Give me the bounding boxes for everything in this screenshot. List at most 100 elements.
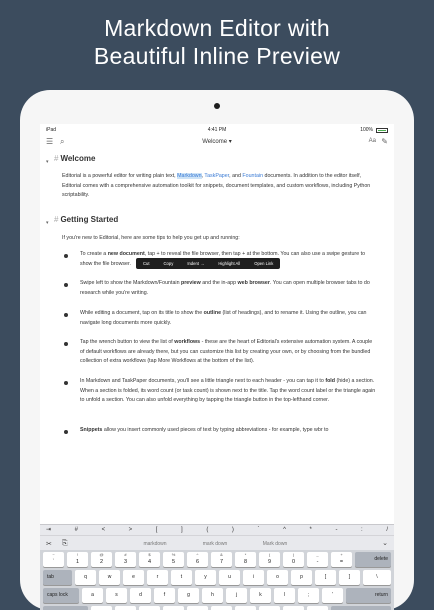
- taskpaper-link[interactable]: TaskPaper: [204, 173, 229, 179]
- nav-bar: ☰ ⌕ Welcome ▾ Aa ✎: [40, 135, 394, 151]
- keyboard-key[interactable]: a: [82, 588, 103, 603]
- keyboard-key[interactable]: @2: [91, 552, 112, 567]
- keyboard-key[interactable]: _ -: [307, 552, 328, 567]
- keyboard-key[interactable]: e: [123, 570, 144, 585]
- keyboard-key[interactable]: ]: [339, 570, 360, 585]
- keyboard-key[interactable]: o: [267, 570, 288, 585]
- keyboard-key[interactable]: + =: [331, 552, 352, 567]
- keyboard-key[interactable]: [: [315, 570, 336, 585]
- keyboard-key[interactable]: f: [154, 588, 175, 603]
- tab-key[interactable]: tab: [43, 570, 72, 585]
- keyboard-key[interactable]: ^ 6: [187, 552, 208, 567]
- keyboard-key[interactable]: \: [363, 570, 391, 585]
- symbol-key[interactable]: `: [258, 525, 260, 535]
- symbol-key[interactable]: /: [386, 525, 388, 535]
- battery-indicator: 100%: [360, 127, 388, 133]
- keyboard-key[interactable]: h: [202, 588, 223, 603]
- keyboard-key[interactable]: ': [322, 588, 343, 603]
- keyboard-key[interactable]: w: [99, 570, 120, 585]
- keyboard-key[interactable]: * 8: [235, 552, 256, 567]
- symbol-key[interactable]: #: [75, 525, 78, 535]
- keyboard-key[interactable]: i: [243, 570, 264, 585]
- tab-symbol-key[interactable]: ⇥: [46, 525, 51, 535]
- list-bullet: [64, 283, 68, 287]
- keyboard-key[interactable]: l: [274, 588, 295, 603]
- markdown-link[interactable]: Markdown: [177, 173, 202, 179]
- camera-icon: [214, 103, 220, 109]
- edit-icon[interactable]: ✎: [381, 137, 388, 146]
- keyboard-key[interactable]: ) 0: [283, 552, 304, 567]
- list-bullet: [64, 313, 68, 317]
- delete-key[interactable]: delete: [355, 552, 391, 567]
- symbol-key[interactable]: ]: [181, 525, 183, 535]
- symbol-key[interactable]: ): [232, 525, 234, 535]
- keyboard-key[interactable]: b: [187, 606, 208, 610]
- symbol-key[interactable]: ^: [283, 525, 286, 535]
- list-item: While editing a document, tap on its tit…: [80, 310, 367, 326]
- caps-lock-key[interactable]: caps lock: [43, 588, 79, 603]
- return-key[interactable]: return: [346, 588, 391, 603]
- indent-menu-item[interactable]: Indent →: [180, 258, 211, 269]
- keyboard-key[interactable]: m: [235, 606, 256, 610]
- keyboard-key[interactable]: /: [307, 606, 328, 610]
- keyboard-key[interactable]: v: [163, 606, 184, 610]
- keyboard-key[interactable]: c: [139, 606, 160, 610]
- keyboard-key[interactable]: % 5: [163, 552, 184, 567]
- keyboard-key[interactable]: g: [178, 588, 199, 603]
- symbol-key[interactable]: [: [156, 525, 158, 535]
- getting-started-intro: If you're new to Editorial, here are som…: [62, 235, 240, 241]
- font-icon[interactable]: Aa: [369, 138, 376, 144]
- keyboard-key[interactable]: (9: [259, 552, 280, 567]
- keyboard-key[interactable]: j: [226, 588, 247, 603]
- heading-welcome: # Welcome: [54, 154, 96, 163]
- keyboard-row-numbers: ~ ` ! 1 @2 #3 $4 % 5 ^ 6 & 7 * 8 (9 ) 0 _ - + = d…: [40, 552, 394, 570]
- symbol-key[interactable]: *: [310, 525, 312, 535]
- symbol-key[interactable]: :: [361, 525, 363, 535]
- open-link-menu-item[interactable]: Open Link: [247, 258, 280, 269]
- keyboard: ~ ` ! 1 @2 #3 $4 % 5 ^ 6 & 7 * 8 (9 ) 0 _ - + = d…: [40, 550, 394, 610]
- symbol-key[interactable]: >: [129, 525, 133, 535]
- list-item: Tap the wrench button to view the list o…: [80, 339, 373, 364]
- keyboard-key[interactable]: ;: [298, 588, 319, 603]
- cut-icon[interactable]: ✂: [46, 540, 52, 548]
- keyboard-key[interactable]: y: [195, 570, 216, 585]
- keyboard-key[interactable]: t: [171, 570, 192, 585]
- clipboard-icon[interactable]: ⎘: [62, 540, 68, 548]
- heading-getting-started: # Getting Started: [54, 215, 119, 224]
- copy-menu-item[interactable]: Copy: [157, 258, 181, 269]
- keyboard-key[interactable]: ,: [259, 606, 280, 610]
- keyboard-key[interactable]: .: [283, 606, 304, 610]
- suggestion-item[interactable]: markdown: [125, 541, 185, 547]
- keyboard-key[interactable]: x: [115, 606, 136, 610]
- keyboard-key[interactable]: & 7: [211, 552, 232, 567]
- keyboard-key[interactable]: q: [75, 570, 96, 585]
- fold-triangle-icon[interactable]: ▾: [46, 220, 49, 226]
- shift-key-right[interactable]: shift: [331, 606, 391, 610]
- keyboard-key[interactable]: k: [250, 588, 271, 603]
- symbol-key[interactable]: <: [102, 525, 106, 535]
- keyboard-key[interactable]: u: [219, 570, 240, 585]
- hide-keyboard-icon[interactable]: ⌄: [382, 539, 388, 547]
- keyboard-key[interactable]: d: [130, 588, 151, 603]
- shift-key[interactable]: shift: [43, 606, 88, 610]
- symbol-key[interactable]: (: [206, 525, 208, 535]
- fold-triangle-icon[interactable]: ▾: [46, 159, 49, 165]
- document-title[interactable]: Welcome ▾: [40, 138, 394, 145]
- highlight-all-menu-item[interactable]: Highlight All: [211, 258, 247, 269]
- keyboard-key[interactable]: s: [106, 588, 127, 603]
- list-item: In Markdown and TaskPaper documents, you…: [80, 378, 376, 403]
- symbol-key[interactable]: -: [335, 525, 337, 535]
- keyboard-key[interactable]: ~ `: [43, 552, 64, 567]
- keyboard-key[interactable]: $4: [139, 552, 160, 567]
- keyboard-key[interactable]: r: [147, 570, 168, 585]
- keyboard-key[interactable]: ! 1: [67, 552, 88, 567]
- suggestion-item[interactable]: Mark down: [245, 541, 305, 547]
- keyboard-key[interactable]: n: [211, 606, 232, 610]
- keyboard-key[interactable]: p: [291, 570, 312, 585]
- cut-menu-item[interactable]: Cut: [136, 258, 157, 269]
- keyboard-key[interactable]: #3: [115, 552, 136, 567]
- suggestion-item[interactable]: mark down: [185, 541, 245, 547]
- list-bullet: [64, 430, 68, 434]
- keyboard-key[interactable]: z: [91, 606, 112, 610]
- fountain-link[interactable]: Fountain: [242, 173, 263, 179]
